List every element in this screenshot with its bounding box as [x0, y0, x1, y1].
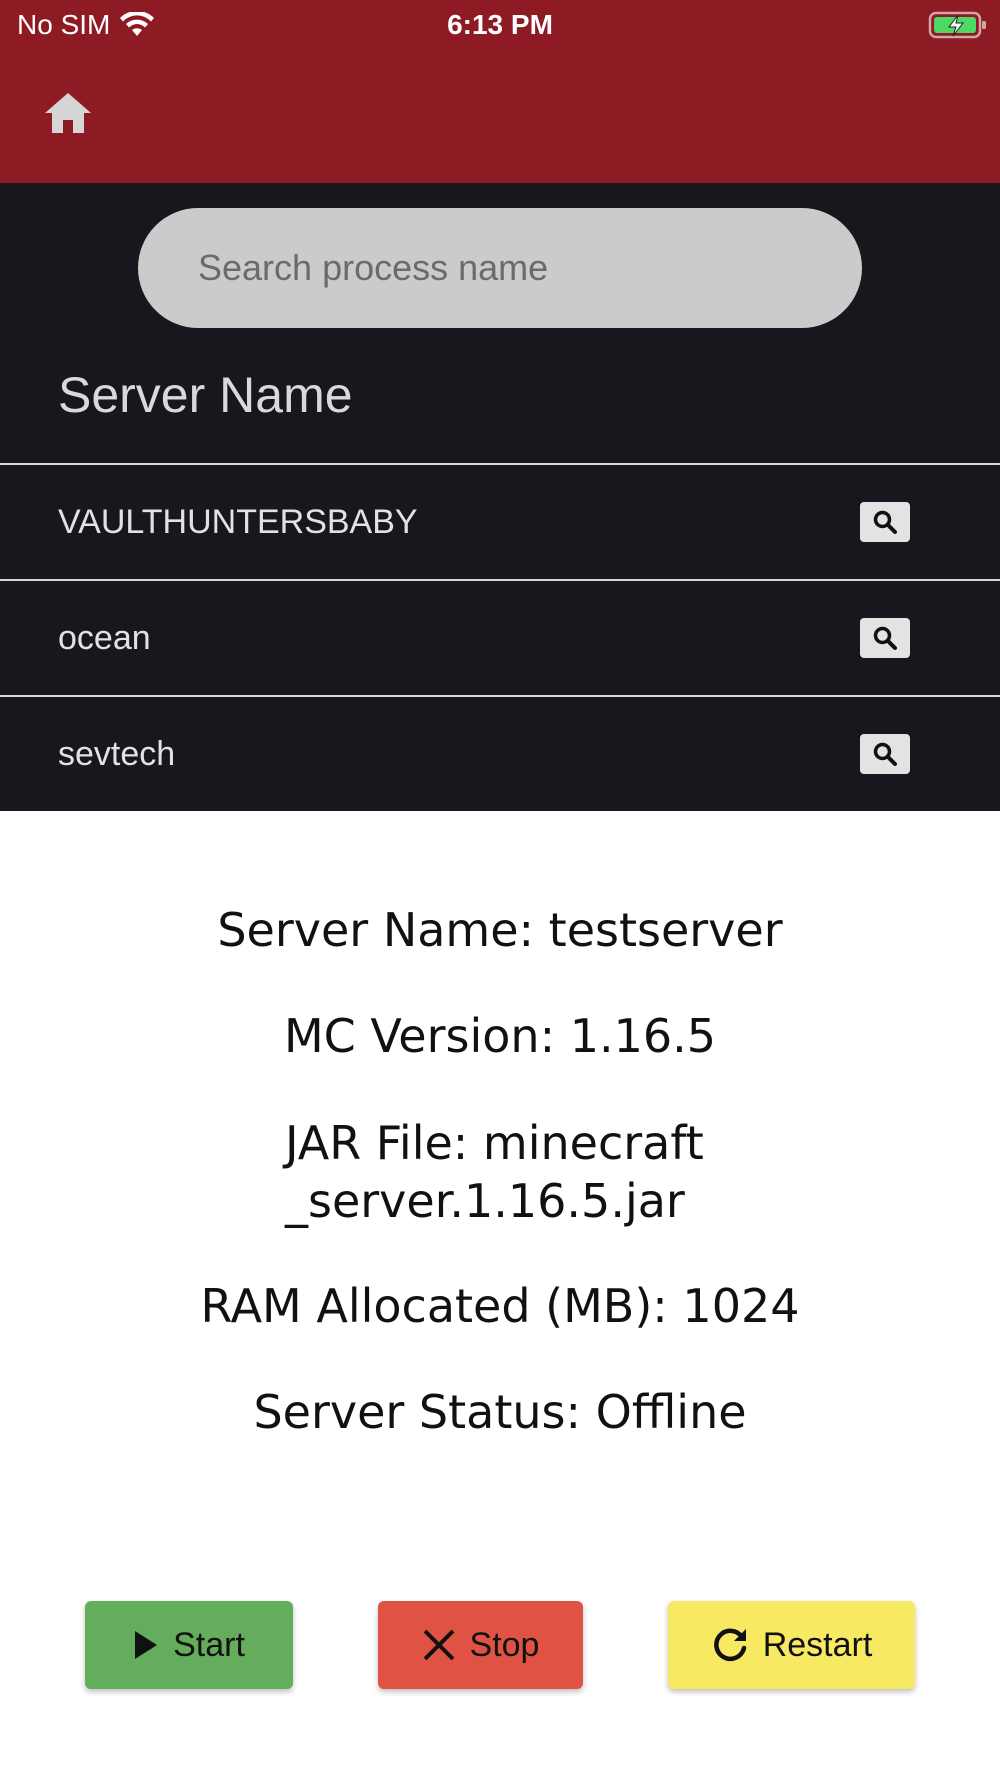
start-button[interactable]: Start: [85, 1601, 293, 1689]
play-icon: [135, 1631, 158, 1659]
detail-ram: RAM Allocated (MB): 1024: [200, 1279, 800, 1333]
battery-charging-icon: [928, 11, 986, 39]
restart-button[interactable]: Restart: [668, 1601, 915, 1689]
app-header: No SIM 6:13 PM: [0, 0, 1000, 183]
server-row-ocean[interactable]: ocean: [0, 579, 1000, 695]
start-button-label: Start: [173, 1625, 245, 1664]
server-lookup-button[interactable]: [860, 734, 910, 774]
detail-mc-version: MC Version: 1.16.5: [283, 1009, 716, 1063]
restart-button-label: Restart: [762, 1625, 873, 1664]
server-row-label: sevtech: [58, 734, 176, 773]
detail-server-name: Server Name: testserver: [217, 903, 783, 957]
detail-jar-file-line2: _server.1.16.5.jar: [285, 1174, 685, 1228]
server-lookup-button[interactable]: [860, 618, 910, 658]
detail-jar-file-line1: JAR File: minecraft: [285, 1116, 704, 1170]
search-icon: [873, 626, 897, 650]
home-button[interactable]: [40, 88, 96, 138]
server-row-label: ocean: [58, 618, 151, 657]
search-input[interactable]: [138, 208, 862, 328]
server-list-panel: Server Name VAULTHUNTERSBABY ocean sevte…: [0, 183, 1000, 811]
search-icon: [873, 510, 897, 534]
stop-button[interactable]: Stop: [378, 1601, 583, 1689]
stop-button-label: Stop: [469, 1625, 540, 1664]
close-icon: [423, 1629, 454, 1661]
detail-status: Server Status: Offline: [253, 1385, 747, 1439]
status-time: 6:13 PM: [447, 9, 553, 40]
search-bar[interactable]: [138, 208, 862, 328]
server-list: VAULTHUNTERSBABY ocean sevtech: [0, 463, 1000, 811]
server-row-label: VAULTHUNTERSBABY: [58, 502, 418, 541]
detail-jar-file: JAR File: minecraft _server.1.16.5.jar: [0, 1114, 1000, 1230]
column-header: Server Name: [58, 367, 353, 423]
home-icon: [45, 93, 91, 133]
server-lookup-button[interactable]: [860, 502, 910, 542]
server-row-sevtech[interactable]: sevtech: [0, 695, 1000, 811]
search-icon: [873, 742, 897, 766]
refresh-icon: [713, 1628, 746, 1662]
server-row-vaulthuntersbaby[interactable]: VAULTHUNTERSBABY: [0, 463, 1000, 579]
